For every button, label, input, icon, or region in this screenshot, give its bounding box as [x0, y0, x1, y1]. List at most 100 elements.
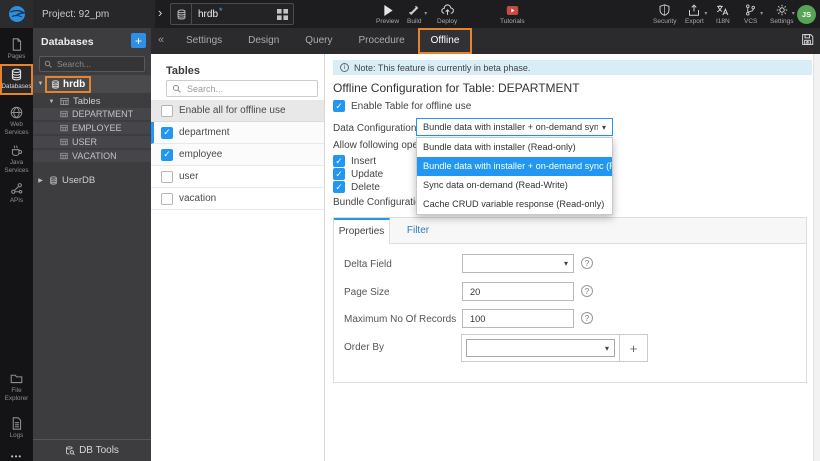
collapse-panel-icon[interactable]: «	[158, 34, 164, 46]
page-title: Offline Configuration for Table: DEPARTM…	[333, 81, 580, 95]
tree-node-hrdb[interactable]: ▼ hrdb	[33, 75, 151, 93]
tree-node-tables[interactable]: ▼ Tables	[33, 95, 151, 108]
user-avatar[interactable]: JS	[797, 5, 816, 24]
page-size-input[interactable]	[462, 282, 574, 301]
delta-field-select[interactable]: ▾	[462, 254, 574, 273]
table-icon	[60, 110, 68, 118]
tab-settings[interactable]: Settings	[173, 28, 235, 54]
deploy-button[interactable]: Deploy	[437, 4, 457, 25]
databases-search-input[interactable]	[55, 58, 140, 70]
tree-node-label: hrdb	[63, 78, 86, 90]
enable-table-row[interactable]: ✓ Enable Table for offline use	[333, 100, 471, 112]
sidebar-item-file-explorer[interactable]: File Explorer	[0, 368, 33, 407]
export-button[interactable]: ▾ Export	[685, 4, 707, 25]
i18n-button[interactable]: I18N	[716, 4, 730, 25]
data-configuration-select[interactable]: Bundle data with installer + on-demand s…	[416, 118, 613, 136]
table-row-vacation[interactable]: vacation	[151, 188, 324, 210]
enable-all-checkbox[interactable]	[161, 104, 173, 117]
more-options-button[interactable]: •••	[0, 448, 33, 461]
doc-tab-hrdb[interactable]: hrdb *	[170, 3, 294, 25]
tree-node-table-user[interactable]: USER	[33, 136, 151, 149]
tree-node-table-department[interactable]: DEPARTMENT	[33, 108, 151, 121]
dropdown-option-2-highlighted[interactable]: Bundle data with installer + on-demand s…	[417, 157, 612, 176]
dropdown-option-3[interactable]: Sync data on-demand (Read-Write)	[417, 176, 612, 195]
tab-properties[interactable]: Properties	[334, 218, 390, 244]
tab-offline[interactable]: Offline	[417, 28, 473, 54]
tab-query[interactable]: Query	[292, 28, 345, 54]
user-checkbox[interactable]	[161, 170, 173, 183]
save-icon[interactable]	[801, 33, 814, 46]
update-checkbox[interactable]: ✓	[333, 168, 345, 180]
tree-node-userdb[interactable]: ▶ UserDB	[33, 173, 151, 187]
sidebar-item-web-services[interactable]: Web Services	[0, 102, 33, 141]
vcs-button[interactable]: ▾ VCS	[744, 4, 763, 25]
vertical-scrollbar[interactable]	[813, 54, 820, 461]
order-by-select[interactable]: ▾	[466, 339, 615, 357]
editor-area: « Settings Design Query Procedure Offlin…	[151, 28, 820, 461]
tutorials-button[interactable]: Tutorials	[500, 4, 525, 25]
databases-search[interactable]	[39, 56, 145, 72]
security-button[interactable]: Security	[653, 4, 676, 25]
dropdown-option-1[interactable]: Bundle data with installer (Read-only)	[417, 138, 612, 157]
grid-view-icon[interactable]	[277, 8, 288, 20]
enable-all-row[interactable]: Enable all for offline use	[151, 100, 324, 122]
unsaved-marker: *	[219, 6, 223, 16]
tables-search-input[interactable]	[185, 82, 312, 95]
tree-expanded-icon[interactable]: ▼	[47, 99, 56, 105]
tree-collapsed-icon[interactable]: ▶	[36, 177, 45, 184]
order-by-add-button[interactable]: +	[619, 335, 647, 361]
chevron-down-icon: ▾	[760, 11, 764, 17]
tree-node-table-vacation[interactable]: VACATION	[33, 150, 151, 163]
bundle-configuration-label: Bundle Configuration	[333, 197, 427, 208]
delete-checkbox[interactable]: ✓	[333, 181, 345, 193]
employee-checkbox[interactable]: ✓	[161, 148, 173, 161]
tree-node-label: USER	[72, 137, 98, 147]
add-database-button[interactable]: +	[131, 33, 146, 48]
globe-icon	[10, 106, 23, 119]
operation-insert-row[interactable]: ✓ Insert	[333, 155, 376, 167]
max-records-label: Maximum No Of Records	[344, 314, 457, 325]
table-row-department[interactable]: ✓ department	[151, 122, 324, 144]
delta-field-help-icon[interactable]: ?	[581, 257, 593, 269]
editor-tabs: Settings Design Query Procedure Offline	[173, 28, 473, 54]
table-row-employee[interactable]: ✓ employee	[151, 144, 324, 166]
tree-expanded-icon[interactable]: ▼	[36, 81, 45, 87]
sidebar-item-databases[interactable]: Databases	[0, 64, 33, 95]
max-records-input[interactable]	[462, 309, 574, 328]
order-by-label: Order By	[344, 342, 385, 353]
tab-procedure[interactable]: Procedure	[346, 28, 418, 54]
tree-node-label: Tables	[73, 96, 101, 107]
dropdown-option-4[interactable]: Cache CRUD variable response (Read-only)	[417, 195, 612, 214]
sidebar-item-java-services[interactable]: Java Services	[0, 140, 33, 179]
sidebar-item-pages[interactable]: Pages	[0, 34, 33, 65]
db-tools-button[interactable]: DB Tools	[33, 439, 151, 461]
operation-delete-row[interactable]: ✓ Delete	[333, 181, 380, 193]
data-configuration-label: Data Configuration	[333, 123, 417, 134]
bundle-tabs: Properties Filter	[334, 218, 806, 244]
operation-update-row[interactable]: ✓ Update	[333, 168, 383, 180]
department-checkbox[interactable]: ✓	[161, 126, 173, 139]
bundle-configuration-panel: Properties Filter Delta Field ▾ ? Page S…	[333, 217, 807, 383]
max-records-help-icon[interactable]: ?	[581, 312, 593, 324]
database-icon	[171, 4, 192, 24]
table-icon	[60, 152, 68, 160]
log-file-icon	[10, 417, 23, 430]
enable-table-checkbox[interactable]: ✓	[333, 100, 345, 112]
tab-design[interactable]: Design	[235, 28, 292, 54]
page-size-help-icon[interactable]: ?	[581, 285, 593, 297]
vacation-checkbox[interactable]	[161, 192, 173, 205]
tree-node-label: VACATION	[72, 151, 117, 161]
sidebar-item-apis[interactable]: APIs	[0, 178, 33, 209]
tree-node-table-employee[interactable]: EMPLOYEE	[33, 122, 151, 135]
tables-search[interactable]	[166, 80, 318, 97]
insert-checkbox[interactable]: ✓	[333, 155, 345, 167]
table-row-user[interactable]: user	[151, 166, 324, 188]
settings-button[interactable]: ▾ Settings	[770, 4, 795, 25]
build-button[interactable]: ▾ Build	[407, 4, 427, 25]
export-icon: ▾	[688, 4, 707, 17]
page-size-label: Page Size	[344, 287, 390, 298]
brand-logo-icon[interactable]	[0, 0, 33, 28]
preview-button[interactable]: Preview	[376, 4, 399, 25]
tab-filter[interactable]: Filter	[390, 218, 446, 243]
sidebar-item-logs[interactable]: Logs	[0, 413, 33, 444]
